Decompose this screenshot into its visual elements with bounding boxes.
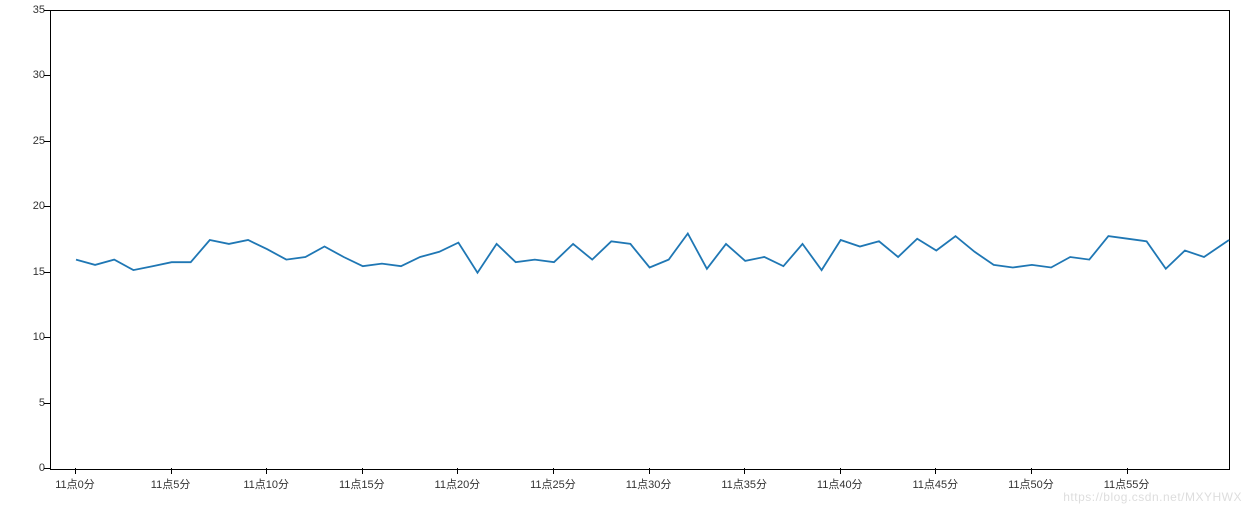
y-tick (44, 337, 50, 338)
x-tick-label: 11点35分 (721, 476, 767, 492)
y-tick (44, 141, 50, 142)
y-tick-label: 5 (20, 397, 45, 409)
x-tick (75, 468, 76, 474)
x-tick (649, 468, 650, 474)
y-tick-label: 15 (20, 266, 45, 278)
y-tick (44, 75, 50, 76)
x-tick-label: 11点25分 (530, 476, 576, 492)
x-tick (744, 468, 745, 474)
data-line (76, 234, 1229, 273)
x-tick-label: 11点55分 (1104, 476, 1150, 492)
y-tick-label: 20 (20, 200, 45, 212)
y-tick (44, 272, 50, 273)
chart-area (50, 10, 1230, 470)
x-tick-label: 11点20分 (435, 476, 481, 492)
x-tick-label: 11点10分 (243, 476, 289, 492)
x-tick (935, 468, 936, 474)
y-tick-label: 10 (20, 331, 45, 343)
x-tick (171, 468, 172, 474)
x-tick-label: 11点15分 (339, 476, 385, 492)
y-tick-label: 35 (20, 4, 45, 16)
x-tick (266, 468, 267, 474)
y-tick (44, 468, 50, 469)
line-plot (51, 11, 1229, 469)
y-tick-label: 25 (20, 135, 45, 147)
watermark-text: https://blog.csdn.net/MXYHWX (1063, 490, 1242, 504)
y-tick-label: 30 (20, 69, 45, 81)
x-tick (553, 468, 554, 474)
x-tick-label: 11点30分 (626, 476, 672, 492)
x-tick (362, 468, 363, 474)
x-tick-label: 11点50分 (1008, 476, 1054, 492)
x-tick-label: 11点45分 (913, 476, 959, 492)
x-tick-label: 11点0分 (55, 476, 95, 492)
y-tick (44, 206, 50, 207)
x-tick (840, 468, 841, 474)
y-tick (44, 10, 50, 11)
x-tick (1127, 468, 1128, 474)
y-tick (44, 403, 50, 404)
x-tick (1031, 468, 1032, 474)
x-tick (457, 468, 458, 474)
x-tick-label: 11点40分 (817, 476, 863, 492)
x-tick-label: 11点5分 (151, 476, 191, 492)
y-tick-label: 0 (20, 462, 45, 474)
